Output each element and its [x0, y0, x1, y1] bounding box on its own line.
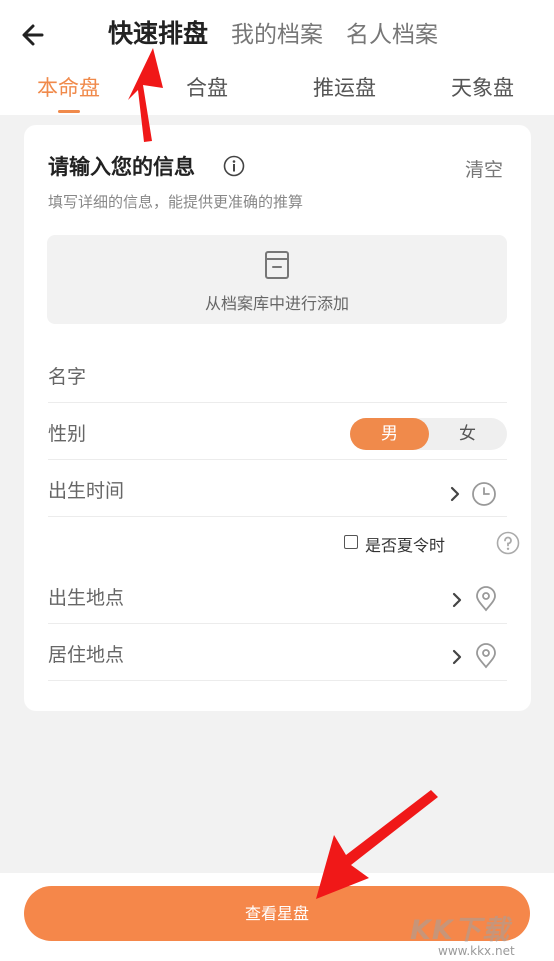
birth-time-field[interactable]: 出生时间: [48, 460, 507, 517]
tab-progression-chart[interactable]: 推运盘: [313, 72, 376, 102]
gender-label: 性别: [48, 423, 87, 445]
card-subtitle: 填写详细的信息，能提供更准确的推算: [48, 193, 304, 211]
clock-icon: [472, 482, 496, 506]
chevron-right-icon: [452, 649, 462, 665]
gender-toggle[interactable]: 男 女: [350, 418, 507, 450]
card-title: 请输入您的信息: [48, 155, 195, 179]
tab-my-archives[interactable]: 我的档案: [231, 15, 323, 55]
clear-button[interactable]: 清空: [465, 155, 503, 182]
tab-natal-chart[interactable]: 本命盘: [37, 72, 100, 102]
watermark: KK下载 www.kkx.net: [410, 904, 550, 960]
app-screen: 快速排盘 我的档案 名人档案 本命盘 合盘 推运盘 天象盘 请输入您的信息 清空…: [0, 0, 554, 961]
question-circle-icon[interactable]: [496, 531, 520, 555]
gender-male-option[interactable]: 男: [350, 418, 429, 450]
archive-label: 从档案库中进行添加: [204, 294, 349, 313]
info-icon[interactable]: [223, 155, 245, 177]
name-label: 名字: [48, 366, 87, 388]
birth-place-label: 出生地点: [48, 587, 125, 609]
location-pin-icon: [476, 586, 496, 612]
dst-row: 是否夏令时: [48, 525, 520, 565]
top-tabs: 快速排盘 我的档案 名人档案: [108, 14, 461, 55]
header: 快速排盘 我的档案 名人档案 本命盘 合盘 推运盘 天象盘: [0, 0, 554, 115]
gender-female-option[interactable]: 女: [428, 418, 507, 450]
sub-tabs: 本命盘 合盘 推运盘 天象盘: [0, 64, 554, 114]
tab-celebrity-archives[interactable]: 名人档案: [346, 15, 438, 55]
dst-checkbox[interactable]: [344, 535, 358, 549]
info-card: 请输入您的信息 清空 填写详细的信息，能提供更准确的推算 从档案库中进行添加 名…: [24, 125, 531, 711]
chevron-right-icon: [450, 486, 460, 502]
add-from-archive-button[interactable]: 从档案库中进行添加: [47, 235, 507, 324]
chevron-right-icon: [452, 592, 462, 608]
watermark-url: www.kkx.net: [438, 944, 515, 958]
location-pin-icon: [476, 643, 496, 669]
tab-transit-chart[interactable]: 天象盘: [451, 72, 514, 102]
tab-quick-chart[interactable]: 快速排盘: [108, 14, 208, 54]
watermark-logo: KK下载: [410, 915, 510, 946]
residence-field[interactable]: 居住地点: [48, 624, 507, 681]
dst-label[interactable]: 是否夏令时: [365, 532, 445, 556]
back-arrow-icon[interactable]: [18, 18, 52, 52]
gender-row: 性别 男 女: [48, 403, 507, 460]
name-field[interactable]: 名字: [48, 346, 507, 403]
birth-place-field[interactable]: 出生地点: [48, 567, 507, 624]
residence-label: 居住地点: [48, 644, 125, 666]
active-tab-indicator: [58, 110, 80, 113]
archive-box-icon: [265, 251, 289, 279]
tab-synastry-chart[interactable]: 合盘: [186, 72, 228, 102]
birth-time-label: 出生时间: [48, 480, 125, 502]
